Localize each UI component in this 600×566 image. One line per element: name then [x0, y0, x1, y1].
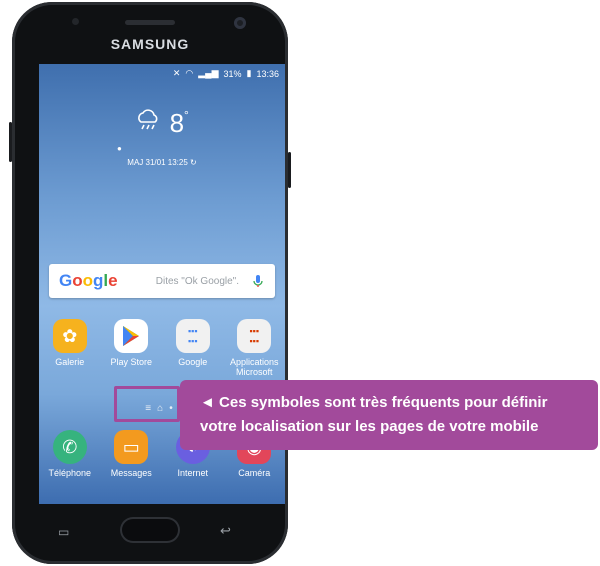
front-camera — [234, 17, 246, 29]
cloud-rain-icon — [135, 108, 161, 139]
play-store-icon — [114, 319, 149, 353]
app-galerie[interactable]: ✿ Galerie — [41, 319, 99, 377]
home-button[interactable] — [120, 517, 180, 543]
battery-icon: ▮ — [246, 68, 252, 78]
google-folder-icon: ▪▪▪ ▪▪▪ — [175, 319, 210, 353]
app-label: Téléphone — [48, 468, 92, 478]
earpiece-speaker — [125, 20, 175, 25]
app-label: Applications Microsoft — [229, 357, 279, 377]
app-label: Internet — [177, 468, 209, 478]
signal-icon: ▂▄▆ — [198, 68, 219, 78]
app-label: Galerie — [55, 357, 85, 367]
temperature: 8 — [169, 108, 185, 138]
refresh-icon[interactable]: ↻ — [190, 158, 197, 167]
gallery-icon: ✿ — [52, 319, 87, 353]
callout-arrow-icon: ◄ — [200, 394, 215, 411]
app-google[interactable]: ▪▪▪ ▪▪▪ Google — [164, 319, 222, 377]
recent-apps-icon[interactable]: ▭ — [58, 525, 69, 539]
app-telephone[interactable]: ✆ Téléphone — [41, 430, 99, 478]
battery-level: 31% — [223, 68, 242, 79]
phone-icon: ✆ — [52, 430, 87, 464]
callout-line-2: votre localisation sur les pages de votr… — [200, 418, 539, 435]
weather-update: MAJ 31/01 13:25 ↻ — [39, 158, 285, 167]
google-search-bar[interactable]: Google Dites "Ok Google". — [49, 264, 275, 298]
proximity-sensor — [72, 18, 79, 25]
app-label: Messages — [110, 468, 152, 478]
app-label: Google — [178, 357, 208, 367]
status-bar: ✕ ◠ ▂▄▆ 31% ▮ 13:36 — [173, 68, 279, 79]
back-icon[interactable]: ↩ — [220, 523, 231, 539]
app-play-store[interactable]: Play Store — [102, 319, 160, 377]
power-button — [288, 152, 291, 188]
app-label: Caméra — [238, 468, 271, 478]
app-microsoft[interactable]: ▪▪▪ ▪▪▪ Applications Microsoft — [225, 319, 283, 377]
messages-icon: ▭ — [114, 430, 149, 464]
hardware-nav-bar: ▭ ↩ — [12, 503, 288, 561]
app-label: Play Store — [110, 357, 153, 367]
google-logo: Google — [59, 271, 118, 290]
search-placeholder: Dites "Ok Google". — [155, 275, 239, 287]
wifi-icon: ◠ — [185, 68, 194, 78]
app-messages[interactable]: ▭ Messages — [102, 430, 160, 478]
mute-icon: ✕ — [172, 68, 181, 78]
brand-logo: SAMSUNG — [110, 36, 190, 52]
microsoft-folder-icon: ▪▪▪ ▪▪▪ — [237, 319, 272, 353]
annotation-callout: ◄ Ces symboles sont très fréquents pour … — [180, 380, 598, 450]
app-grid: ✿ Galerie Play Store ▪▪▪ ▪▪▪ Google ▪▪▪ ▪▪… — [39, 319, 285, 377]
status-time: 13:36 — [256, 68, 279, 79]
update-text: MAJ 31/01 13:25 — [127, 158, 188, 167]
volume-button — [9, 122, 12, 162]
callout-line-1: Ces symboles sont très fréquents pour dé… — [219, 394, 548, 411]
microphone-icon[interactable] — [251, 274, 265, 288]
weather-widget[interactable]: 8° — [39, 108, 285, 139]
indicator-highlight-box — [114, 386, 180, 422]
location-pin-icon: ● — [117, 144, 122, 153]
phone-top-bezel: SAMSUNG — [12, 2, 288, 64]
degree-symbol: ° — [184, 108, 189, 122]
